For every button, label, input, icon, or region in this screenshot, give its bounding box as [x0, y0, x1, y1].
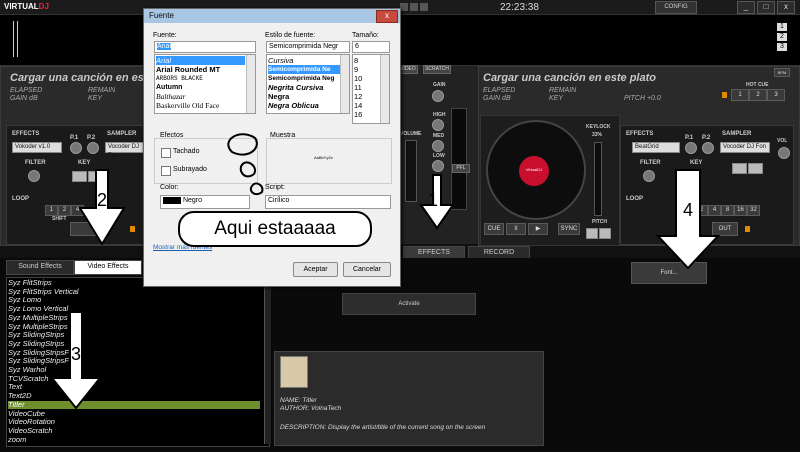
annotation-overlay	[49, 133, 721, 410]
annotation-number-2: 2	[96, 190, 107, 210]
annotation-scribble	[239, 161, 256, 178]
annotation-callout: Aqui estaaaaa	[178, 211, 372, 247]
annotation-number-4: 4	[682, 200, 693, 220]
annotation-number-1: 1	[427, 190, 438, 210]
annotation-scribble	[227, 133, 258, 156]
annotation-scribble	[249, 182, 264, 196]
annotation-number-3: 3	[70, 344, 81, 364]
